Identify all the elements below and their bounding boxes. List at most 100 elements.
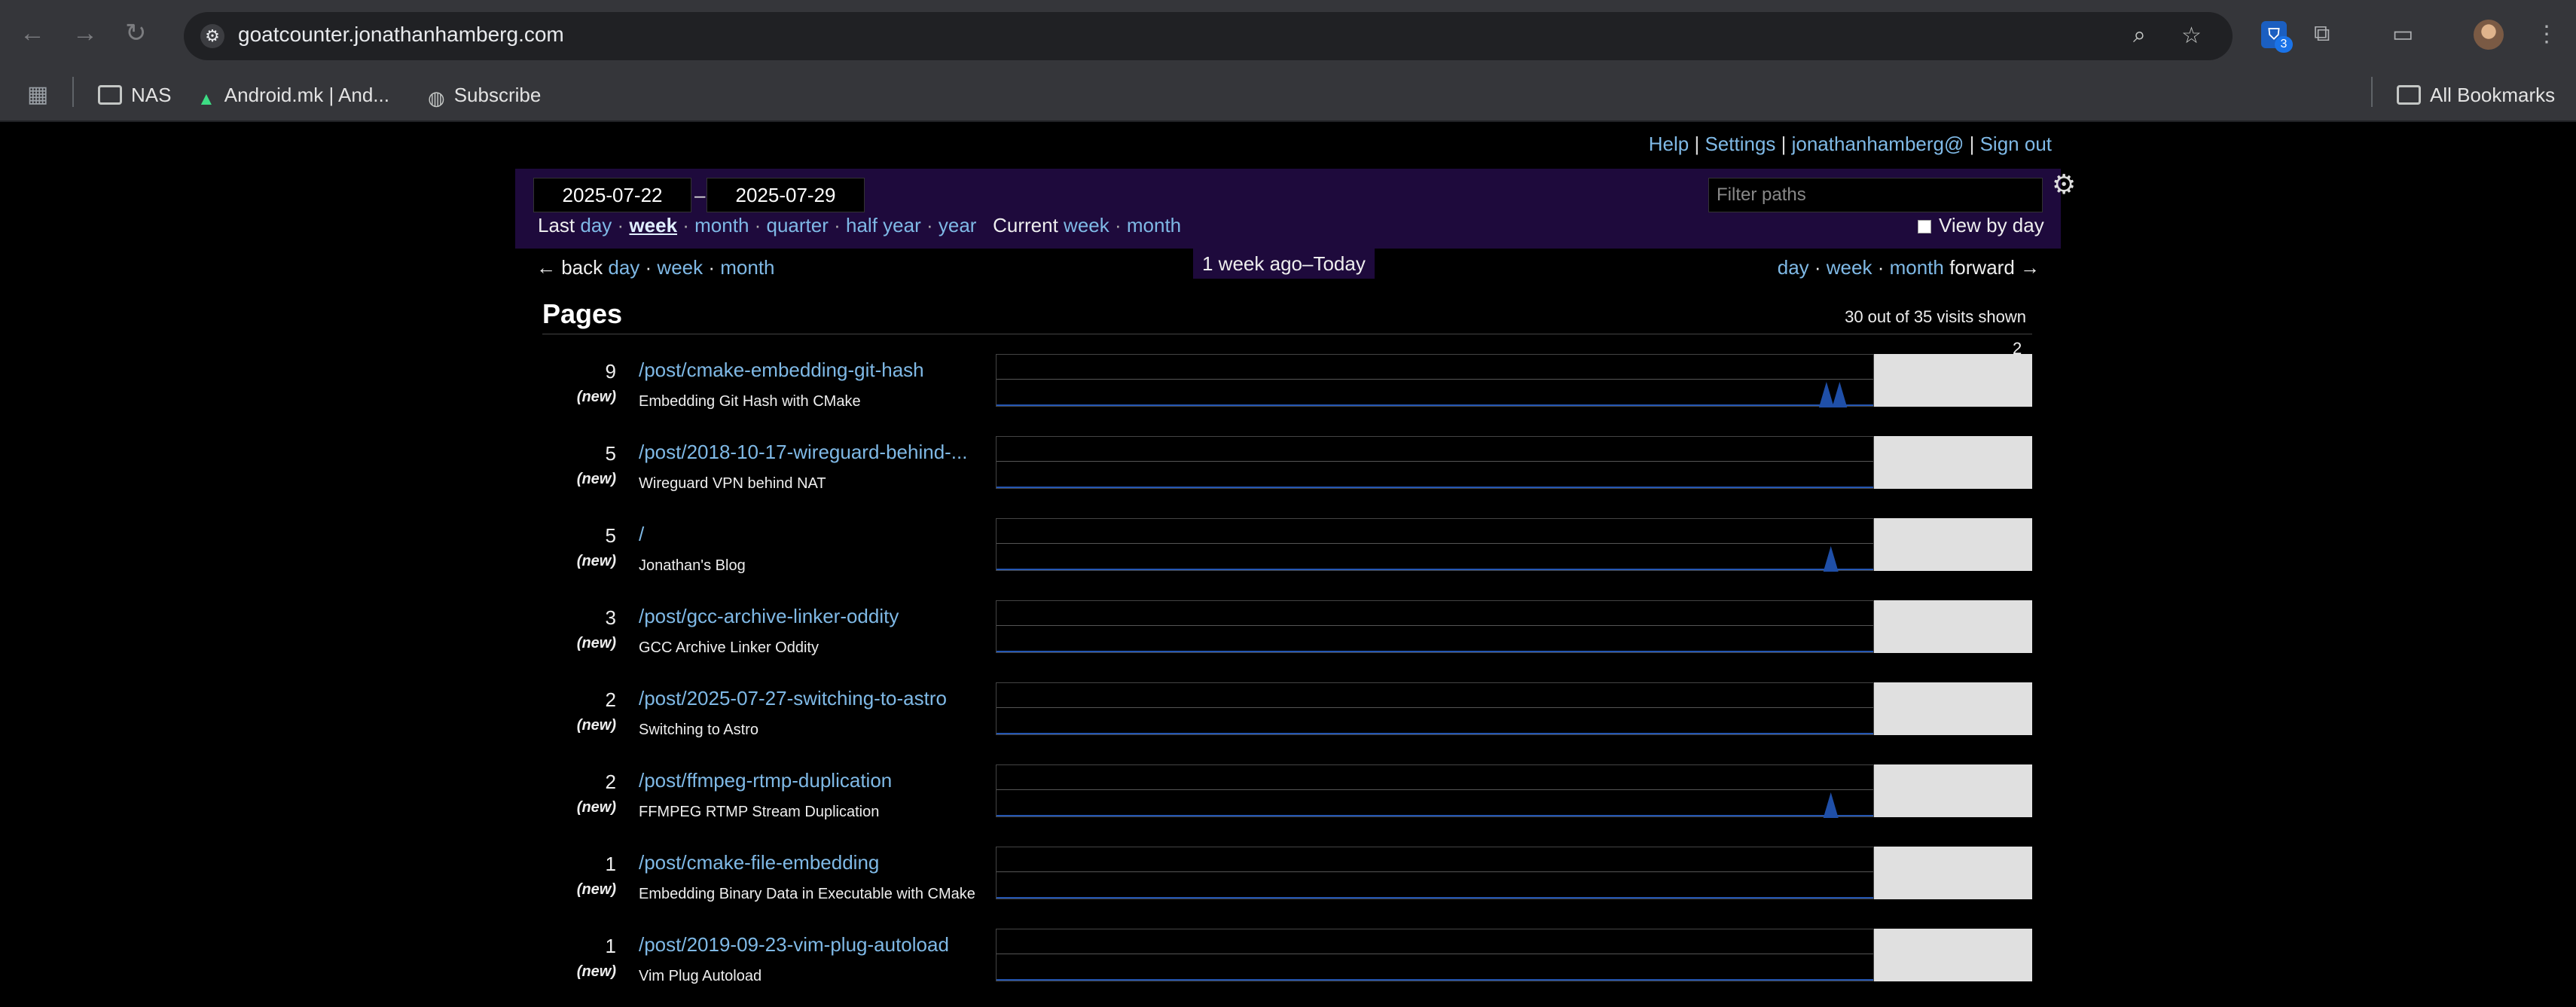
period-navigation: ← back day · week · month 1 week ago–Tod… [515, 249, 2061, 286]
browser-toolbar: ← → ↻ ⚙ goatcounter.jonathanhamberg.com … [0, 0, 2576, 69]
page-path-link[interactable]: /post/ffmpeg-rtmp-duplication [639, 769, 892, 792]
sign-out-link[interactable]: Sign out [1980, 133, 2052, 155]
last-week-link[interactable]: week [629, 214, 677, 236]
bookmark-subscribe[interactable]: ◍ Subscribe [428, 80, 541, 110]
visit-count: 1 [605, 853, 616, 875]
apps-grid-icon[interactable]: ▦ [27, 80, 48, 110]
last-year-link[interactable]: year [939, 214, 977, 236]
chart-baseline [997, 651, 1873, 652]
all-bookmarks[interactable]: All Bookmarks [2397, 80, 2555, 110]
chart-baseline [997, 487, 1873, 488]
profile-avatar[interactable] [2474, 20, 2504, 50]
forward-day-link[interactable]: day [1778, 256, 1809, 279]
table-row[interactable]: 5 (new) /post/2018-10-17-wireguard-behind-… [542, 432, 2034, 514]
forward-month-link[interactable]: month [1890, 256, 1944, 279]
visits-chart[interactable] [996, 518, 1874, 572]
chart-baseline [997, 897, 1873, 899]
visits-bar[interactable] [1874, 518, 2032, 571]
url-text[interactable]: goatcounter.jonathanhamberg.com [238, 23, 564, 47]
bookmark-android-mk[interactable]: ▲ Android.mk | And... [197, 80, 389, 110]
visits-chart[interactable] [996, 764, 1874, 818]
forward-arrow-icon[interactable]: → [72, 18, 98, 48]
table-row[interactable]: 2 (new) /post/2025-07-27-switching-to-astr… [542, 678, 2034, 761]
page-path-link[interactable]: /post/cmake-file-embedding [639, 851, 879, 874]
chart-midline [997, 625, 1873, 626]
current-month-link[interactable]: month [1127, 214, 1181, 236]
back-week-link[interactable]: week [657, 256, 703, 279]
visits-bar[interactable] [1874, 764, 2032, 817]
visit-count: 3 [605, 606, 616, 629]
new-badge: (new) [576, 471, 616, 487]
visits-bar[interactable] [1874, 436, 2032, 489]
extension-badge-count: 3 [2275, 36, 2293, 53]
media-cast-icon[interactable]: ▭ [2392, 21, 2413, 47]
back-day-link[interactable]: day [608, 256, 639, 279]
settings-link[interactable]: Settings [1705, 133, 1775, 155]
visits-chart[interactable] [996, 354, 1874, 407]
user-link[interactable]: jonathanhamberg@ [1792, 133, 1964, 155]
back-month-link[interactable]: month [720, 256, 774, 279]
visits-chart[interactable] [996, 682, 1874, 735]
page-path-link[interactable]: /post/2018-10-17-wireguard-behind-... [639, 441, 967, 464]
zoom-icon[interactable]: ⌕ [2133, 23, 2146, 48]
back-nav: ← back day · week · month [536, 256, 775, 279]
pages-header: Pages 30 out of 35 visits shown [542, 297, 2032, 334]
visits-bar[interactable] [1874, 600, 2032, 653]
date-separator: – [694, 184, 706, 206]
forward-week-link[interactable]: week [1827, 256, 1872, 279]
page-title-text: Vim Plug Autoload [639, 968, 762, 984]
menu-kebab-icon[interactable]: ⋮ [2535, 21, 2558, 47]
site-info-icon[interactable]: ⚙ [200, 24, 224, 48]
start-date-input[interactable]: 2025-07-22 [533, 178, 691, 212]
page-title-text: Embedding Binary Data in Executable with… [639, 886, 975, 902]
last-month-link[interactable]: month [694, 214, 749, 236]
reload-icon[interactable]: ↻ [125, 18, 147, 48]
last-day-link[interactable]: day [580, 214, 612, 236]
table-row[interactable]: 1 (new) /post/cmake-file-embedding Embeddin… [542, 842, 2034, 925]
dashboard-panel: 2025-07-22 – 2025-07-29 Last day · week … [515, 169, 2076, 1007]
table-row[interactable]: 1 (new) /post/2019-09-23-vim-plug-autoload… [542, 924, 2034, 1007]
chart-midline [997, 461, 1873, 462]
back-arrow-icon[interactable]: ← [20, 18, 45, 48]
end-date-input[interactable]: 2025-07-29 [707, 178, 865, 212]
view-by-day-toggle[interactable]: View by day [1918, 214, 2044, 237]
extensions-puzzle-icon[interactable]: ⧉ [2314, 21, 2330, 47]
help-link[interactable]: Help [1649, 133, 1689, 155]
folder-icon [2397, 85, 2421, 105]
last-half-year-link[interactable]: half year [846, 214, 921, 236]
view-by-day-checkbox[interactable] [1918, 220, 1931, 233]
bookmarks-divider [2371, 77, 2373, 107]
last-quarter-link[interactable]: quarter [767, 214, 829, 236]
current-week-link[interactable]: week [1064, 214, 1109, 236]
gear-icon[interactable]: ⚙ [2052, 169, 2076, 200]
filter-paths-input[interactable]: Filter paths [1708, 178, 2043, 212]
page-path-link[interactable]: /post/cmake-embedding-git-hash [639, 359, 924, 382]
visits-bar[interactable] [1874, 682, 2032, 735]
visits-bar[interactable] [1874, 354, 2032, 407]
bookmark-nas[interactable]: NAS [98, 80, 171, 110]
table-row[interactable]: 3 (new) /post/gcc-archive-linker-oddity GCC… [542, 596, 2034, 679]
date-range-label: 1 week ago–Today [1193, 249, 1375, 279]
visits-chart[interactable] [996, 436, 1874, 489]
page-path-link[interactable]: /post/2025-07-27-switching-to-astro [639, 687, 947, 710]
page-path-link[interactable]: /post/gcc-archive-linker-oddity [639, 605, 899, 628]
bookmark-star-icon[interactable]: ☆ [2181, 23, 2202, 49]
visits-chart[interactable] [996, 847, 1874, 899]
user-links: Help | Settings | jonathanhamberg@ | Sig… [1648, 133, 2052, 155]
visits-chart[interactable] [996, 929, 1874, 981]
address-bar[interactable]: ⚙ goatcounter.jonathanhamberg.com ⌕ ☆ [184, 12, 2233, 60]
visits-bar[interactable] [1874, 929, 2032, 981]
new-badge: (new) [576, 881, 616, 898]
page-path-link[interactable]: / [639, 523, 644, 546]
chart-midline [997, 707, 1873, 708]
table-row[interactable]: 9 (new) /post/cmake-embedding-git-hash Embe… [542, 349, 2034, 432]
visits-bar[interactable] [1874, 847, 2032, 899]
visits-chart[interactable] [996, 600, 1874, 653]
bookmarks-bar: ▦ NAS ▲ Android.mk | And... ◍ Subscribe Al… [0, 69, 2576, 122]
visit-count: 2 [605, 688, 616, 711]
table-row[interactable]: 5 (new) / Jonathan's Blog [542, 514, 2034, 597]
visits-shown-count: 30 out of 35 visits shown [1845, 307, 2026, 326]
page-path-link[interactable]: /post/2019-09-23-vim-plug-autoload [639, 933, 949, 957]
page-content: Help | Settings | jonathanhamberg@ | Sig… [0, 124, 2576, 1006]
table-row[interactable]: 2 (new) /post/ffmpeg-rtmp-duplication FFMPE… [542, 760, 2034, 843]
